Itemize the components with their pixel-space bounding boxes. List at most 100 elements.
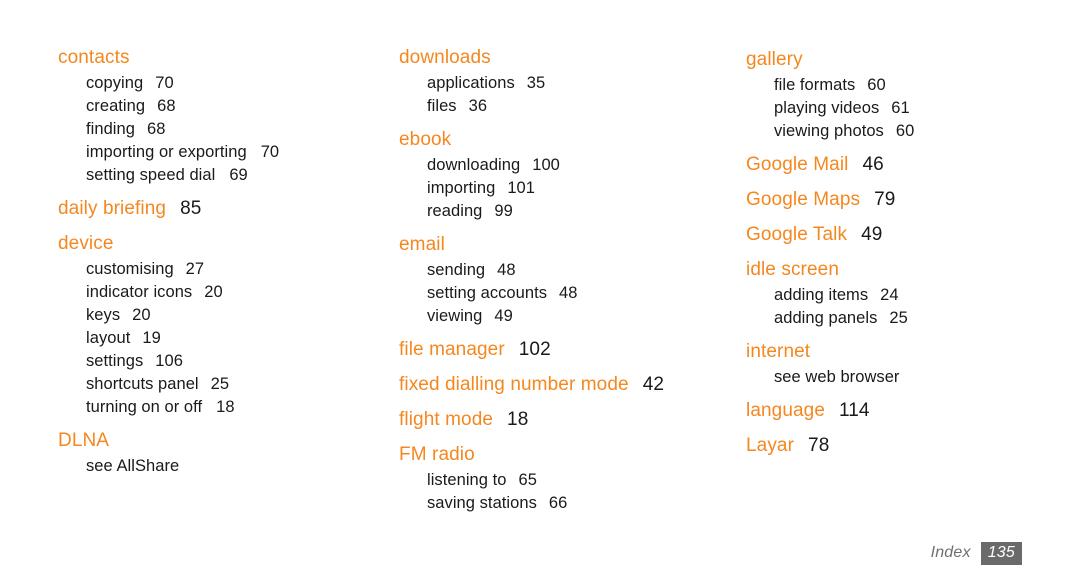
index-heading-label: gallery (746, 49, 803, 70)
index-subentry-label: viewing photos (774, 122, 884, 140)
index-heading[interactable]: internet (746, 340, 1080, 366)
index-subentry[interactable]: shortcuts panel 25 (58, 373, 388, 396)
index-group: contacts copying 70 creating 68 finding 68 impo… (58, 46, 388, 187)
index-subentry-page-number: 36 (468, 97, 488, 115)
index-columns: contacts copying 70 creating 68 finding 68 impo… (0, 46, 1080, 525)
index-heading[interactable]: fixed dialling number mode 42 (399, 373, 729, 399)
index-subentry-label: reading (427, 202, 483, 220)
index-subentry-page-number: 25 (889, 309, 908, 327)
index-group: FM radio listening to 65 saving stations 66 (399, 443, 729, 515)
index-subentry[interactable]: customising 27 (58, 258, 388, 281)
index-heading-label: email (399, 234, 445, 255)
index-subentry-label: turning on or off (86, 398, 203, 416)
index-group: file manager 102 (399, 338, 729, 364)
index-subentry-page-number: 65 (518, 471, 537, 489)
index-subentry[interactable]: creating 68 (58, 95, 388, 118)
index-heading[interactable]: daily briefing 85 (58, 197, 388, 223)
index-subentry-page-number: 68 (157, 97, 176, 115)
index-subentry[interactable]: finding 68 (58, 118, 388, 141)
index-subentry[interactable]: adding items 24 (746, 284, 1080, 307)
index-subentry-label: downloading (427, 156, 521, 174)
index-heading[interactable]: gallery (746, 48, 1080, 74)
index-subentry[interactable]: importing or exporting 70 (58, 141, 388, 164)
index-subentry[interactable]: saving stations 66 (399, 492, 729, 515)
index-subentry-label: setting speed dial (86, 166, 216, 184)
index-heading[interactable]: email (399, 233, 729, 259)
index-group: Google Talk 49 (746, 223, 1080, 249)
index-heading-label: flight mode (399, 409, 494, 430)
footer-section-label: Index (930, 544, 971, 561)
index-subentry-page-number: 106 (155, 352, 183, 370)
index-heading-label: fixed dialling number mode (399, 374, 629, 395)
index-heading-label: Layar (746, 435, 795, 456)
index-subentry-label: applications (427, 74, 515, 92)
index-subentry[interactable]: viewing 49 (399, 305, 729, 328)
index-heading[interactable]: Google Maps 79 (746, 188, 1080, 214)
index-subentry-label: listening to (427, 471, 507, 489)
index-subentry[interactable]: files 36 (399, 95, 729, 118)
index-heading[interactable]: flight mode 18 (399, 408, 729, 434)
index-heading-page-number: 49 (861, 224, 883, 245)
index-heading-page-number: 85 (180, 198, 202, 219)
index-subentry[interactable]: see web browser (746, 366, 1080, 389)
index-subentry[interactable]: downloading 100 (399, 154, 729, 177)
index-subentry[interactable]: playing videos 61 (746, 97, 1080, 120)
index-group: DLNA see AllShare (58, 429, 388, 478)
index-heading[interactable]: Google Talk 49 (746, 223, 1080, 249)
index-heading[interactable]: downloads (399, 46, 729, 72)
index-column-1: contacts copying 70 creating 68 finding 68 impo… (0, 46, 388, 488)
index-subentry-page-number: 20 (132, 306, 151, 324)
index-group: idle screen adding items 24 adding panels 25 (746, 258, 1080, 330)
index-heading[interactable]: ebook (399, 128, 729, 154)
index-heading-page-number: 102 (518, 339, 551, 360)
index-heading[interactable]: Layar 78 (746, 434, 1080, 460)
index-subentry-page-number: 99 (494, 202, 513, 220)
index-subentry-page-number: 100 (532, 156, 560, 174)
index-subentry-label: setting accounts (427, 284, 548, 302)
index-subentry-label: sending (427, 261, 486, 279)
index-subentry[interactable]: settings 106 (58, 350, 388, 373)
index-subentry[interactable]: sending 48 (399, 259, 729, 282)
index-heading-page-number: 79 (874, 189, 896, 210)
index-group: daily briefing 85 (58, 197, 388, 223)
index-heading[interactable]: language 114 (746, 399, 1080, 425)
index-subentry-page-number: 70 (155, 74, 174, 92)
index-subentry-label: finding (86, 120, 135, 138)
index-column-3: gallery file formats 60 playing videos 61 vie… (729, 46, 1080, 469)
index-subentry[interactable]: file formats 60 (746, 74, 1080, 97)
index-subentry[interactable]: applications 35 (399, 72, 729, 95)
index-heading[interactable]: Google Mail 46 (746, 153, 1080, 179)
index-heading[interactable]: device (58, 232, 388, 258)
index-subentry[interactable]: copying 70 (58, 72, 388, 95)
index-heading-page-number: 46 (862, 154, 884, 175)
index-subentry-label: file formats (774, 76, 856, 94)
index-heading[interactable]: idle screen (746, 258, 1080, 284)
index-subentry-label: see web browser (774, 368, 900, 386)
index-subentry-page-number: 19 (142, 329, 161, 347)
index-subentry[interactable]: see AllShare (58, 455, 388, 478)
index-subentry-label: customising (86, 260, 174, 278)
index-subentry-label: settings (86, 352, 144, 370)
index-heading[interactable]: FM radio (399, 443, 729, 469)
index-heading[interactable]: file manager 102 (399, 338, 729, 364)
index-heading[interactable]: DLNA (58, 429, 388, 455)
index-subentry-label: viewing (427, 307, 483, 325)
index-subentry-page-number: 69 (229, 166, 248, 184)
index-subentry[interactable]: reading 99 (399, 200, 729, 223)
index-subentry[interactable]: setting speed dial 69 (58, 164, 388, 187)
index-subentry[interactable]: importing 101 (399, 177, 729, 200)
index-subentry[interactable]: turning on or off 18 (58, 396, 388, 419)
index-subentry[interactable]: viewing photos 60 (746, 120, 1080, 143)
index-group: Google Mail 46 (746, 153, 1080, 179)
index-subentry[interactable]: layout 19 (58, 327, 388, 350)
index-subentry-page-number: 101 (507, 179, 535, 197)
index-heading[interactable]: contacts (58, 46, 388, 72)
index-subentry[interactable]: setting accounts 48 (399, 282, 729, 305)
index-subentry-label: shortcuts panel (86, 375, 199, 393)
index-group: language 114 (746, 399, 1080, 425)
index-subentry-page-number: 60 (895, 122, 915, 140)
index-subentry[interactable]: keys 20 (58, 304, 388, 327)
index-subentry[interactable]: indicator icons 20 (58, 281, 388, 304)
index-subentry[interactable]: listening to 65 (399, 469, 729, 492)
index-subentry[interactable]: adding panels 25 (746, 307, 1080, 330)
